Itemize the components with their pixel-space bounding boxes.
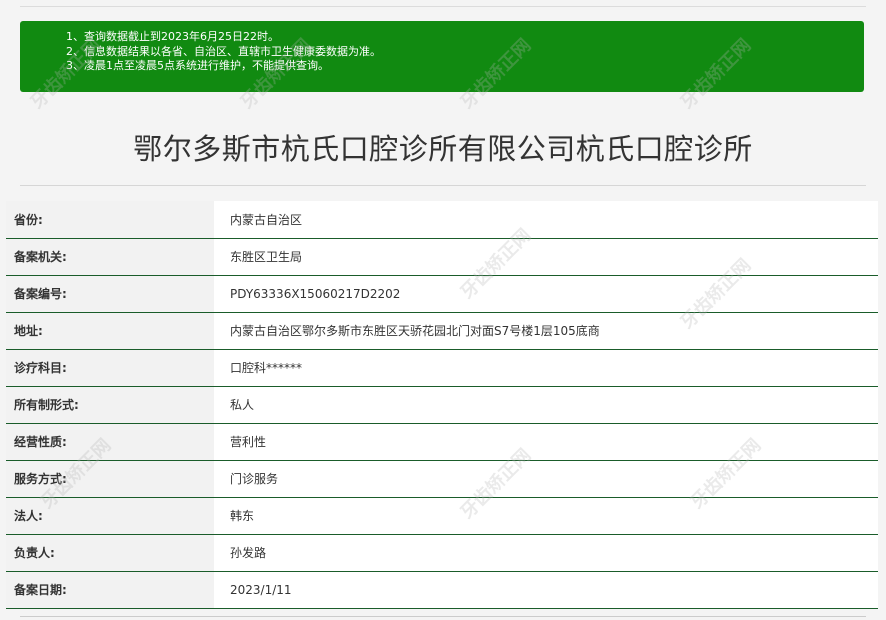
row-label: 省份: <box>6 201 214 239</box>
notice-banner: 1、查询数据截止到2023年6月25日22时。 2、信息数据结果以各省、自治区、… <box>20 21 864 92</box>
row-value: 内蒙古自治区鄂尔多斯市东胜区天骄花园北门对面S7号楼1层105底商 <box>214 312 878 350</box>
row-value: 孙发路 <box>214 534 878 572</box>
table-row: 备案编号: PDY63336X15060217D2202 <box>6 275 878 313</box>
table-row: 省份: 内蒙古自治区 <box>6 201 878 239</box>
row-value: PDY63336X15060217D2202 <box>214 275 878 313</box>
table-row: 备案日期: 2023/1/11 <box>6 571 878 609</box>
row-label: 经营性质: <box>6 423 214 461</box>
table-row: 负责人: 孙发路 <box>6 534 878 572</box>
row-label: 服务方式: <box>6 460 214 498</box>
page-title: 鄂尔多斯市杭氏口腔诊所有限公司杭氏口腔诊所 <box>133 132 753 166</box>
table-row: 所有制形式: 私人 <box>6 386 878 424</box>
table-row: 经营性质: 营利性 <box>6 423 878 461</box>
notice-line: 1、查询数据截止到2023年6月25日22时。 <box>66 30 279 43</box>
row-value: 口腔科****** <box>214 349 878 387</box>
row-label: 备案编号: <box>6 275 214 313</box>
table-row: 服务方式: 门诊服务 <box>6 460 878 498</box>
row-value: 韩东 <box>214 497 878 535</box>
table-row: 地址: 内蒙古自治区鄂尔多斯市东胜区天骄花园北门对面S7号楼1层105底商 <box>6 312 878 350</box>
notice-line: 3、凌晨1点至凌晨5点系统进行维护，不能提供查询。 <box>66 59 329 72</box>
notice-line: 2、信息数据结果以各省、自治区、直辖市卫生健康委数据为准。 <box>66 44 381 58</box>
row-value: 内蒙古自治区 <box>214 201 878 239</box>
row-label: 诊疗科目: <box>6 349 214 387</box>
table-row: 备案机关: 东胜区卫生局 <box>6 238 878 276</box>
row-label: 备案机关: <box>6 238 214 276</box>
table-row: 诊疗科目: 口腔科****** <box>6 349 878 387</box>
title-divider <box>20 185 866 186</box>
record-table: 省份: 内蒙古自治区 备案机关: 东胜区卫生局 备案编号: PDY63336X1… <box>6 201 878 609</box>
bottom-divider <box>20 616 866 617</box>
row-value: 2023/1/11 <box>214 571 878 609</box>
row-label: 负责人: <box>6 534 214 572</box>
table-row: 法人: 韩东 <box>6 497 878 535</box>
row-value: 营利性 <box>214 423 878 461</box>
row-value: 私人 <box>214 386 878 424</box>
row-value: 东胜区卫生局 <box>214 238 878 276</box>
row-label: 备案日期: <box>6 571 214 609</box>
top-divider <box>20 6 866 7</box>
row-label: 地址: <box>6 312 214 350</box>
row-value: 门诊服务 <box>214 460 878 498</box>
row-label: 法人: <box>6 497 214 535</box>
row-label: 所有制形式: <box>6 386 214 424</box>
